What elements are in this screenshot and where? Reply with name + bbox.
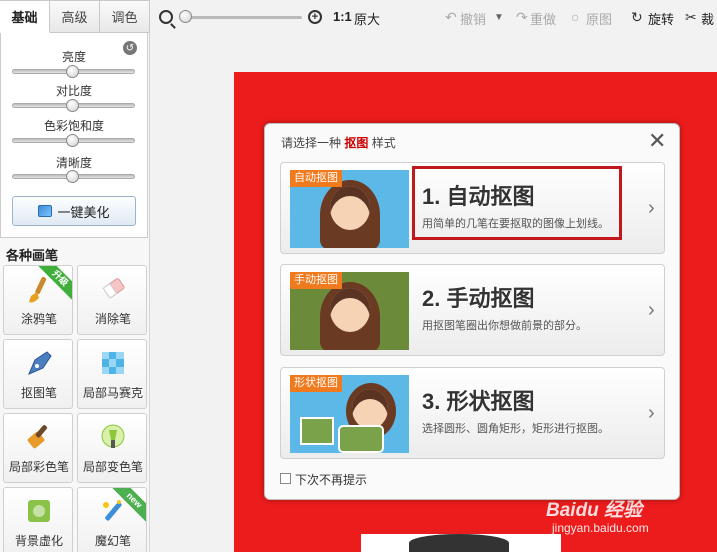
brightness-label: 亮度	[61, 50, 86, 64]
one-click-beautify-button[interactable]: 一键美化	[12, 196, 136, 226]
dont-show-again-checkbox[interactable]	[280, 473, 291, 484]
undo-dropdown-icon[interactable]: ▼	[494, 12, 504, 23]
dialog-title-suffix: 样式	[371, 136, 396, 150]
magic-wand-icon	[103, 500, 122, 521]
sharpness-label: 清晰度	[55, 156, 92, 170]
tool-label: 抠图笔	[20, 386, 57, 400]
option-title: 2. 手动抠图	[422, 286, 535, 311]
sharpness-thumb[interactable]	[66, 170, 79, 183]
beautify-label: 一键美化	[57, 204, 110, 220]
dialog-title-highlight: 抠图	[344, 136, 369, 150]
auto-cutout-tag: 自动抠图	[290, 170, 342, 187]
manual-cutout-tag: 手动抠图	[290, 272, 342, 289]
close-icon[interactable]: ✕	[648, 130, 666, 152]
tool-label: 局部变色笔	[82, 460, 143, 474]
original-icon: ○	[571, 9, 580, 25]
thumb-face	[352, 389, 388, 429]
mosaic-icon	[102, 352, 124, 374]
color-change-icon	[101, 424, 125, 448]
thumb-face	[330, 288, 370, 332]
manual-cutout-option[interactable]: 手动抠图 2. 手动抠图 用抠图笔圈出你想做前景的部分。 ›	[280, 264, 665, 356]
mosaic-brush-button[interactable]: 局部马赛克	[77, 339, 147, 409]
tool-label: 背景虚化	[14, 534, 63, 548]
redo-button[interactable]: 重做	[530, 9, 556, 28]
dont-show-again-label[interactable]: 下次不再提示	[295, 471, 367, 488]
manual-cutout-thumbnail: 手动抠图	[290, 272, 409, 350]
chevron-right-icon: ›	[648, 299, 655, 321]
redo-icon: ↷	[516, 9, 528, 25]
tool-label: 消除笔	[94, 312, 131, 326]
crop-icon: ✂	[685, 9, 697, 25]
dialog-title: 请选择一种 抠图 样式	[281, 134, 396, 151]
tab-basic[interactable]: 基础	[0, 0, 50, 33]
option-desc: 选择圆形、圆角矩形，矩形进行抠图。	[422, 423, 609, 435]
tool-label: 局部马赛克	[82, 386, 143, 400]
undo-icon: ↶	[445, 9, 457, 25]
option-desc: 用抠图笔圈出你想做前景的部分。	[422, 320, 587, 332]
contrast-label: 对比度	[55, 84, 92, 98]
local-color-brush-button[interactable]: 局部彩色笔	[3, 413, 73, 483]
eraser-brush-button[interactable]: 消除笔	[77, 265, 147, 335]
chevron-right-icon: ›	[648, 197, 655, 219]
adjust-box: ↺ 亮度 对比度 色彩饱和度 清晰度 一键美化	[0, 33, 148, 238]
auto-cutout-thumbnail: 自动抠图	[290, 170, 409, 248]
zoom-thumb[interactable]	[179, 10, 192, 23]
left-panel: 基础 高级 调色 ↺ 亮度 对比度 色彩饱和度 清晰度 一键美化 各种画笔 升级…	[0, 0, 150, 552]
tool-label: 局部彩色笔	[8, 460, 69, 474]
top-toolbar: + 1:1 原大 ↶ 撤销 ▼ ↷ 重做 ○ 原图 ↻ 旋转 ✂ 裁	[150, 0, 717, 33]
rotate-icon: ↻	[631, 9, 643, 25]
background-blur-button[interactable]: 背景虚化	[3, 487, 73, 552]
thumb-rounded	[338, 425, 384, 453]
blur-icon	[28, 500, 50, 522]
cutout-brush-button[interactable]: 抠图笔	[3, 339, 73, 409]
tool-label: 魔幻笔	[94, 534, 131, 548]
shape-cutout-thumbnail: 形状抠图	[290, 375, 409, 453]
tool-label: 涂鸦笔	[20, 312, 57, 326]
eraser-icon	[102, 278, 125, 299]
saturation-label: 色彩饱和度	[43, 119, 104, 133]
saturation-thumb[interactable]	[66, 134, 79, 147]
zoom-slider[interactable]	[180, 16, 302, 19]
original-size-button[interactable]: 原大	[354, 9, 380, 28]
watermark-url: jingyan.baidu.com	[552, 521, 649, 535]
adjust-tabs: 基础 高级 调色	[0, 0, 150, 33]
brushes-title: 各种画笔	[6, 248, 59, 263]
color-brush-icon	[27, 425, 47, 449]
magic-brush-button[interactable]: new 魔幻笔	[77, 487, 147, 552]
shape-cutout-tag: 形状抠图	[290, 375, 342, 392]
thumb-face	[330, 186, 370, 230]
shape-cutout-option[interactable]: 形状抠图 3. 形状抠图 选择圆形、圆角矩形，矩形进行抠图。 ›	[280, 367, 665, 459]
zoom-in-icon[interactable]: +	[308, 10, 322, 24]
undo-button[interactable]: 撤销	[460, 9, 486, 28]
tab-color[interactable]: 调色	[100, 0, 150, 33]
dialog-title-prefix: 请选择一种	[281, 136, 342, 150]
zoom-out-icon[interactable]	[159, 10, 173, 24]
brightness-thumb[interactable]	[66, 65, 79, 78]
crop-button[interactable]: 裁	[701, 9, 714, 28]
rotate-button[interactable]: 旋转	[648, 9, 674, 28]
local-recolor-brush-button[interactable]: 局部变色笔	[77, 413, 147, 483]
chevron-right-icon: ›	[648, 402, 655, 424]
thumb-square	[300, 417, 334, 445]
pen-nib-icon	[28, 351, 52, 375]
tab-advanced[interactable]: 高级	[50, 0, 100, 33]
photo-collar	[409, 534, 509, 552]
option-title: 3. 形状抠图	[422, 389, 535, 414]
zoom-ratio-button[interactable]: 1:1	[333, 9, 352, 24]
graffiti-brush-button[interactable]: 升级 涂鸦笔	[3, 265, 73, 335]
paint-brush-icon	[29, 276, 47, 303]
contrast-thumb[interactable]	[66, 99, 79, 112]
highlight-annotation	[412, 166, 622, 240]
beautify-icon	[38, 205, 53, 217]
original-button[interactable]: 原图	[586, 9, 612, 28]
